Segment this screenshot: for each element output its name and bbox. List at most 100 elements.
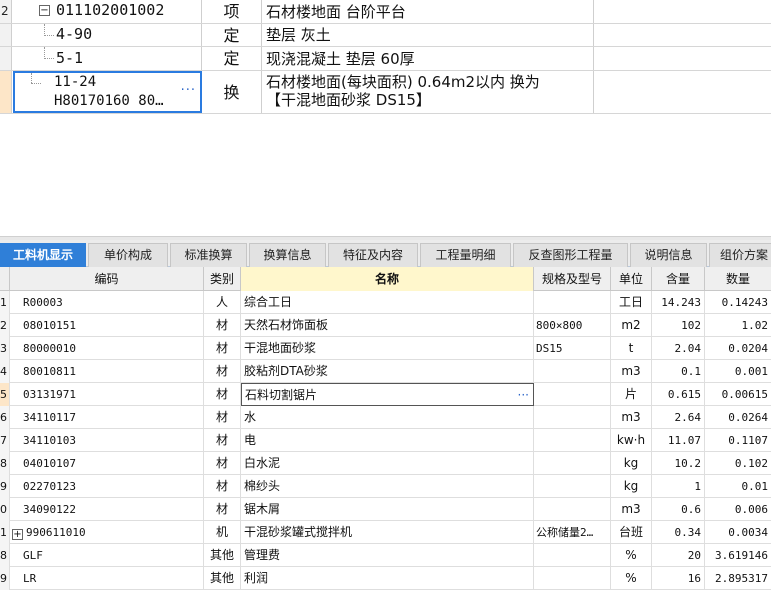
content-cell[interactable]: 16 [652,567,705,590]
category-cell[interactable]: 人 [204,291,241,314]
spec-cell[interactable] [534,475,611,498]
upper-row[interactable]: 2 − 011102001002 项 石材楼地面 台阶平台 [0,0,771,24]
content-cell[interactable]: 0.6 [652,498,705,521]
content-cell[interactable]: 1 [652,475,705,498]
upper-row[interactable]: 4-90 定 垫层 灰土 [0,24,771,47]
content-cell[interactable]: 0.1 [652,360,705,383]
content-cell[interactable]: 0.615 [652,383,705,406]
spec-cell[interactable] [534,383,611,406]
spec-cell[interactable] [534,406,611,429]
tab-standard-conversion[interactable]: 标准换算 [170,243,247,267]
header-content[interactable]: 含量 [652,267,705,291]
code-cell[interactable]: GLF [10,544,204,567]
tab-description[interactable]: 说明信息 [630,243,707,267]
collapse-icon[interactable]: − [39,5,50,16]
code-cell[interactable]: LR [10,567,204,590]
content-cell[interactable]: 14.243 [652,291,705,314]
quantity-cell[interactable]: 0.102 [705,452,771,475]
quantity-cell[interactable]: 0.00615 [705,383,771,406]
table-row[interactable]: 6 34110117 材水 m3 2.64 0.0264 [0,406,771,429]
code-edit-cell[interactable]: 11-24 H80170160 80… ··· [13,71,202,113]
category-cell[interactable]: 材 [204,452,241,475]
content-cell[interactable]: 20 [652,544,705,567]
name-cell[interactable]: 水 [241,406,534,429]
quantity-cell[interactable]: 0.001 [705,360,771,383]
category-cell[interactable]: 材 [204,383,241,406]
category-cell[interactable]: 其他 [204,567,241,590]
header-unit[interactable]: 单位 [611,267,652,291]
quantity-cell[interactable]: 0.006 [705,498,771,521]
quantity-cell[interactable]: 0.0034 [705,521,771,544]
quantity-cell[interactable]: 3.619146 [705,544,771,567]
table-row[interactable]: 3 80000010 材干混地面砂浆 DS15 t 2.04 0.0204 [0,337,771,360]
unit-cell[interactable]: kw·h [611,429,652,452]
header-quantity[interactable]: 数量 [705,267,771,291]
table-row[interactable]: 4 80010811 材胶粘剂DTA砂浆 m3 0.1 0.001 [0,360,771,383]
spec-cell[interactable] [534,360,611,383]
unit-cell[interactable]: 台班 [611,521,652,544]
table-row[interactable]: 7 34110103 材电 kw·h 11.07 0.1107 [0,429,771,452]
unit-cell[interactable]: m3 [611,406,652,429]
unit-cell[interactable]: kg [611,452,652,475]
category-cell[interactable]: 材 [204,475,241,498]
unit-cell[interactable]: % [611,567,652,590]
table-row[interactable]: 9 02270123 材棉纱头 kg 1 0.01 [0,475,771,498]
quantity-cell[interactable]: 2.895317 [705,567,771,590]
spec-cell[interactable]: 公称储量2… [534,521,611,544]
category-cell[interactable]: 材 [204,406,241,429]
content-cell[interactable]: 0.34 [652,521,705,544]
category-cell[interactable]: 材 [204,314,241,337]
content-cell[interactable]: 2.04 [652,337,705,360]
tab-unit-price[interactable]: 单价构成 [88,243,168,267]
code-cell[interactable]: 08010151 [10,314,204,337]
category-cell[interactable]: 材 [204,429,241,452]
category-cell[interactable]: 材 [204,498,241,521]
content-cell[interactable]: 11.07 [652,429,705,452]
tab-quantity-detail[interactable]: 工程量明细 [420,243,511,267]
name-cell[interactable]: 棉纱头 [241,475,534,498]
ellipsis-icon[interactable]: ··· [181,83,196,98]
code-cell[interactable]: 80000010 [10,337,204,360]
content-cell[interactable]: 10.2 [652,452,705,475]
expand-icon[interactable]: + [12,529,23,540]
code-cell[interactable]: +990611010 [10,521,204,544]
table-row[interactable]: 0 34090122 材锯木屑 m3 0.6 0.006 [0,498,771,521]
table-row[interactable]: 8 GLF 其他 管理费% 20 3.619146 [0,544,771,567]
code-cell[interactable]: 34110103 [10,429,204,452]
unit-cell[interactable]: m2 [611,314,652,337]
code-cell[interactable]: 34110117 [10,406,204,429]
header-name[interactable]: 名称 [241,267,534,291]
content-cell[interactable]: 102 [652,314,705,337]
unit-cell[interactable]: t [611,337,652,360]
name-cell[interactable]: 胶粘剂DTA砂浆 [241,360,534,383]
header-category[interactable]: 类别 [204,267,241,291]
tab-material-display[interactable]: 工料机显示 [0,243,86,267]
spec-cell[interactable] [534,498,611,521]
table-row[interactable]: 2 08010151 材天然石材饰面板 800×800 m2 102 1.02 [0,314,771,337]
category-cell[interactable]: 其他 [204,544,241,567]
category-cell[interactable]: 材 [204,360,241,383]
upper-row[interactable]: 5-1 定 现浇混凝土 垫层 60厚 [0,47,771,71]
name-cell[interactable]: 石料切割锯片 ··· [241,383,534,406]
code-cell[interactable]: 34090122 [10,498,204,521]
ellipsis-icon[interactable]: ··· [518,384,529,405]
tab-features[interactable]: 特征及内容 [328,243,418,267]
table-row[interactable]: 1 R00003 人综合工日 工日 14.243 0.14243 [0,291,771,314]
name-cell[interactable]: 综合工日 [241,291,534,314]
spec-cell[interactable] [534,429,611,452]
quantity-cell[interactable]: 0.0264 [705,406,771,429]
table-row[interactable]: 1 +990611010 机干混砂浆罐式搅拌机 公称储量2… 台班 0.34 0.0034 [0,521,771,544]
upper-row-selected[interactable]: 换 石材楼地面(每块面积) 0.64m2以内 换为 【干混地面砂浆 DS15】 … [0,71,771,114]
spec-cell[interactable] [534,452,611,475]
name-cell[interactable]: 干混砂浆罐式搅拌机 [241,521,534,544]
code-cell[interactable]: 04010107 [10,452,204,475]
tab-pricing-scheme[interactable]: 组价方案 [709,243,771,267]
quantity-cell[interactable]: 0.01 [705,475,771,498]
spec-cell[interactable]: 800×800 [534,314,611,337]
name-cell[interactable]: 锯木屑 [241,498,534,521]
unit-cell[interactable]: m3 [611,360,652,383]
name-cell[interactable]: 管理费 [241,544,534,567]
name-cell[interactable]: 利润 [241,567,534,590]
name-cell[interactable]: 电 [241,429,534,452]
category-cell[interactable]: 材 [204,337,241,360]
